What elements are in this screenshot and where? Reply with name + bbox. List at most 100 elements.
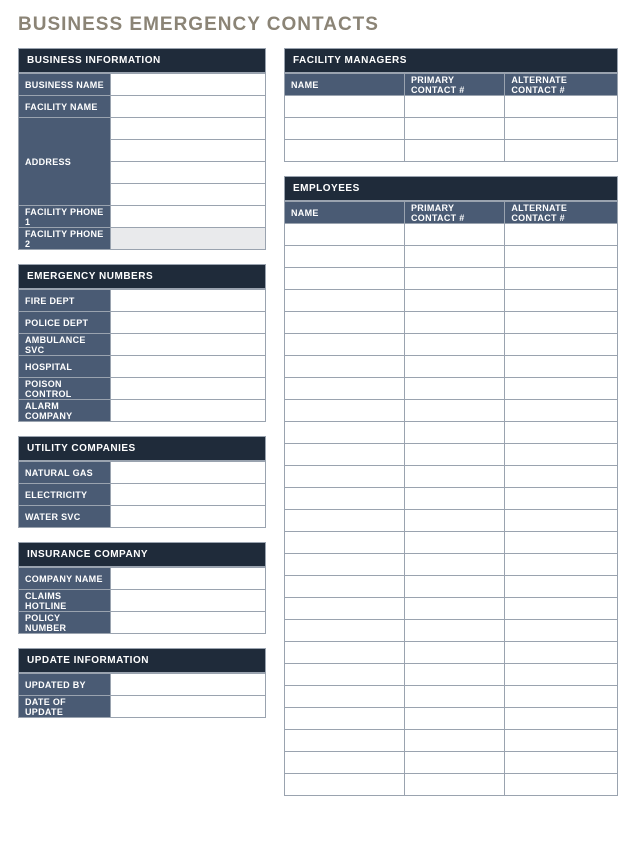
emp-cell-alternate[interactable] <box>505 422 618 444</box>
fm-cell-alternate[interactable] <box>505 118 618 140</box>
emp-cell-primary[interactable] <box>405 290 505 312</box>
emp-cell-name[interactable] <box>285 268 405 290</box>
input-facility-phone2[interactable] <box>111 228 266 250</box>
input-address-4[interactable] <box>111 184 266 206</box>
emp-cell-alternate[interactable] <box>505 334 618 356</box>
emp-cell-name[interactable] <box>285 642 405 664</box>
emp-cell-primary[interactable] <box>405 620 505 642</box>
input-police[interactable] <box>111 312 266 334</box>
input-policy[interactable] <box>111 612 266 634</box>
input-fire[interactable] <box>111 290 266 312</box>
input-water[interactable] <box>111 506 266 528</box>
fm-cell-name[interactable] <box>285 118 405 140</box>
emp-cell-name[interactable] <box>285 488 405 510</box>
input-company[interactable] <box>111 568 266 590</box>
emp-cell-primary[interactable] <box>405 444 505 466</box>
emp-cell-name[interactable] <box>285 752 405 774</box>
emp-cell-primary[interactable] <box>405 532 505 554</box>
emp-cell-name[interactable] <box>285 444 405 466</box>
input-address-1[interactable] <box>111 118 266 140</box>
emp-cell-primary[interactable] <box>405 554 505 576</box>
emp-cell-alternate[interactable] <box>505 532 618 554</box>
emp-cell-name[interactable] <box>285 686 405 708</box>
emp-cell-primary[interactable] <box>405 664 505 686</box>
emp-cell-alternate[interactable] <box>505 378 618 400</box>
emp-cell-name[interactable] <box>285 224 405 246</box>
emp-cell-primary[interactable] <box>405 708 505 730</box>
emp-cell-name[interactable] <box>285 334 405 356</box>
emp-cell-primary[interactable] <box>405 774 505 796</box>
emp-cell-primary[interactable] <box>405 730 505 752</box>
input-electricity[interactable] <box>111 484 266 506</box>
emp-cell-primary[interactable] <box>405 686 505 708</box>
emp-cell-alternate[interactable] <box>505 774 618 796</box>
emp-cell-alternate[interactable] <box>505 708 618 730</box>
emp-cell-primary[interactable] <box>405 598 505 620</box>
input-address-3[interactable] <box>111 162 266 184</box>
fm-cell-alternate[interactable] <box>505 140 618 162</box>
emp-cell-name[interactable] <box>285 664 405 686</box>
emp-cell-name[interactable] <box>285 708 405 730</box>
emp-cell-primary[interactable] <box>405 400 505 422</box>
emp-cell-primary[interactable] <box>405 312 505 334</box>
input-hospital[interactable] <box>111 356 266 378</box>
emp-cell-primary[interactable] <box>405 356 505 378</box>
emp-cell-alternate[interactable] <box>505 752 618 774</box>
emp-cell-alternate[interactable] <box>505 246 618 268</box>
emp-cell-alternate[interactable] <box>505 290 618 312</box>
emp-cell-alternate[interactable] <box>505 356 618 378</box>
emp-cell-primary[interactable] <box>405 642 505 664</box>
emp-cell-primary[interactable] <box>405 422 505 444</box>
input-date-update[interactable] <box>111 696 266 718</box>
emp-cell-name[interactable] <box>285 312 405 334</box>
emp-cell-name[interactable] <box>285 246 405 268</box>
emp-cell-alternate[interactable] <box>505 730 618 752</box>
emp-cell-alternate[interactable] <box>505 510 618 532</box>
fm-cell-name[interactable] <box>285 140 405 162</box>
input-facility-phone1[interactable] <box>111 206 266 228</box>
emp-cell-primary[interactable] <box>405 576 505 598</box>
emp-cell-name[interactable] <box>285 400 405 422</box>
emp-cell-primary[interactable] <box>405 752 505 774</box>
emp-cell-alternate[interactable] <box>505 620 618 642</box>
fm-cell-primary[interactable] <box>405 118 505 140</box>
input-updated-by[interactable] <box>111 674 266 696</box>
emp-cell-alternate[interactable] <box>505 576 618 598</box>
emp-cell-name[interactable] <box>285 422 405 444</box>
emp-cell-primary[interactable] <box>405 488 505 510</box>
emp-cell-name[interactable] <box>285 378 405 400</box>
fm-cell-alternate[interactable] <box>505 96 618 118</box>
input-poison[interactable] <box>111 378 266 400</box>
emp-cell-alternate[interactable] <box>505 664 618 686</box>
emp-cell-name[interactable] <box>285 532 405 554</box>
emp-cell-alternate[interactable] <box>505 312 618 334</box>
emp-cell-primary[interactable] <box>405 246 505 268</box>
emp-cell-alternate[interactable] <box>505 466 618 488</box>
emp-cell-name[interactable] <box>285 356 405 378</box>
emp-cell-primary[interactable] <box>405 510 505 532</box>
fm-cell-primary[interactable] <box>405 140 505 162</box>
emp-cell-alternate[interactable] <box>505 554 618 576</box>
input-ambulance[interactable] <box>111 334 266 356</box>
emp-cell-name[interactable] <box>285 290 405 312</box>
emp-cell-name[interactable] <box>285 466 405 488</box>
emp-cell-primary[interactable] <box>405 268 505 290</box>
emp-cell-alternate[interactable] <box>505 598 618 620</box>
input-claims[interactable] <box>111 590 266 612</box>
emp-cell-primary[interactable] <box>405 378 505 400</box>
emp-cell-name[interactable] <box>285 774 405 796</box>
emp-cell-alternate[interactable] <box>505 224 618 246</box>
emp-cell-alternate[interactable] <box>505 268 618 290</box>
emp-cell-name[interactable] <box>285 554 405 576</box>
fm-cell-name[interactable] <box>285 96 405 118</box>
fm-cell-primary[interactable] <box>405 96 505 118</box>
input-gas[interactable] <box>111 462 266 484</box>
emp-cell-name[interactable] <box>285 598 405 620</box>
emp-cell-name[interactable] <box>285 510 405 532</box>
emp-cell-alternate[interactable] <box>505 400 618 422</box>
input-address-2[interactable] <box>111 140 266 162</box>
emp-cell-primary[interactable] <box>405 466 505 488</box>
input-facility-name[interactable] <box>111 96 266 118</box>
emp-cell-alternate[interactable] <box>505 488 618 510</box>
emp-cell-name[interactable] <box>285 576 405 598</box>
